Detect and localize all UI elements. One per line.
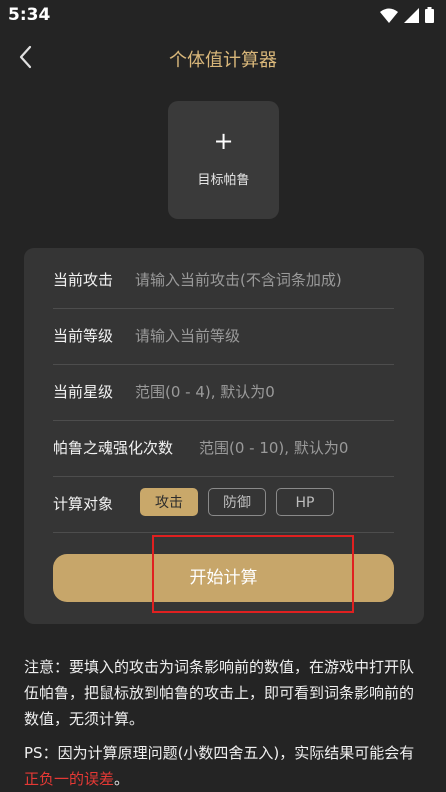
battery-icon <box>425 7 434 23</box>
soul-label: 帕鲁之魂强化次数 <box>53 439 174 457</box>
soul-row: 帕鲁之魂强化次数 <box>53 420 394 477</box>
form-card: 当前攻击 当前等级 当前星级 帕鲁之魂强化次数 计算对象 攻击 防御 HP 开始… <box>24 248 424 624</box>
ps-note-prefix: PS：因为计算原理问题(小数四舍五入)，实际结果可能会有 <box>24 744 415 762</box>
wifi-icon <box>380 8 398 23</box>
level-row: 当前等级 <box>53 308 394 365</box>
attack-label: 当前攻击 <box>53 271 114 289</box>
start-calculation-button[interactable]: 开始计算 <box>53 554 394 602</box>
plus-icon: + <box>213 127 234 155</box>
attack-row: 当前攻击 <box>53 252 394 309</box>
target-pal-label: 目标帕鲁 <box>197 173 250 188</box>
select-target-pal-button[interactable]: + 目标帕鲁 <box>168 101 279 219</box>
status-icons <box>380 7 434 23</box>
level-label: 当前等级 <box>53 327 114 345</box>
target-defense-button[interactable]: 防御 <box>208 488 266 516</box>
page-title: 个体值计算器 <box>169 50 277 71</box>
level-input[interactable] <box>135 308 394 364</box>
status-time: 5:34 <box>8 5 51 25</box>
calc-target-label: 计算对象 <box>53 495 114 513</box>
target-attack-button[interactable]: 攻击 <box>140 488 198 516</box>
note-text: 注意：要填入的攻击为词条影响前的数值，在游戏中打开队伍帕鲁，把鼠标放到帕鲁的攻击… <box>24 658 415 728</box>
attack-input[interactable] <box>135 252 394 308</box>
soul-input[interactable] <box>199 420 394 476</box>
header: 个体值计算器 <box>0 34 446 80</box>
star-row: 当前星级 <box>53 364 394 421</box>
target-hp-button[interactable]: HP <box>276 488 334 516</box>
ps-note-highlight: 正负一的误差 <box>24 770 115 788</box>
status-bar: 5:34 <box>0 0 446 32</box>
star-input[interactable] <box>135 364 394 420</box>
ps-note: PS：因为计算原理问题(小数四舍五入)，实际结果可能会有正负一的误差。 <box>24 740 424 792</box>
signal-icon <box>404 7 419 23</box>
ps-note-suffix: 。 <box>114 770 130 788</box>
star-label: 当前星级 <box>53 383 114 401</box>
